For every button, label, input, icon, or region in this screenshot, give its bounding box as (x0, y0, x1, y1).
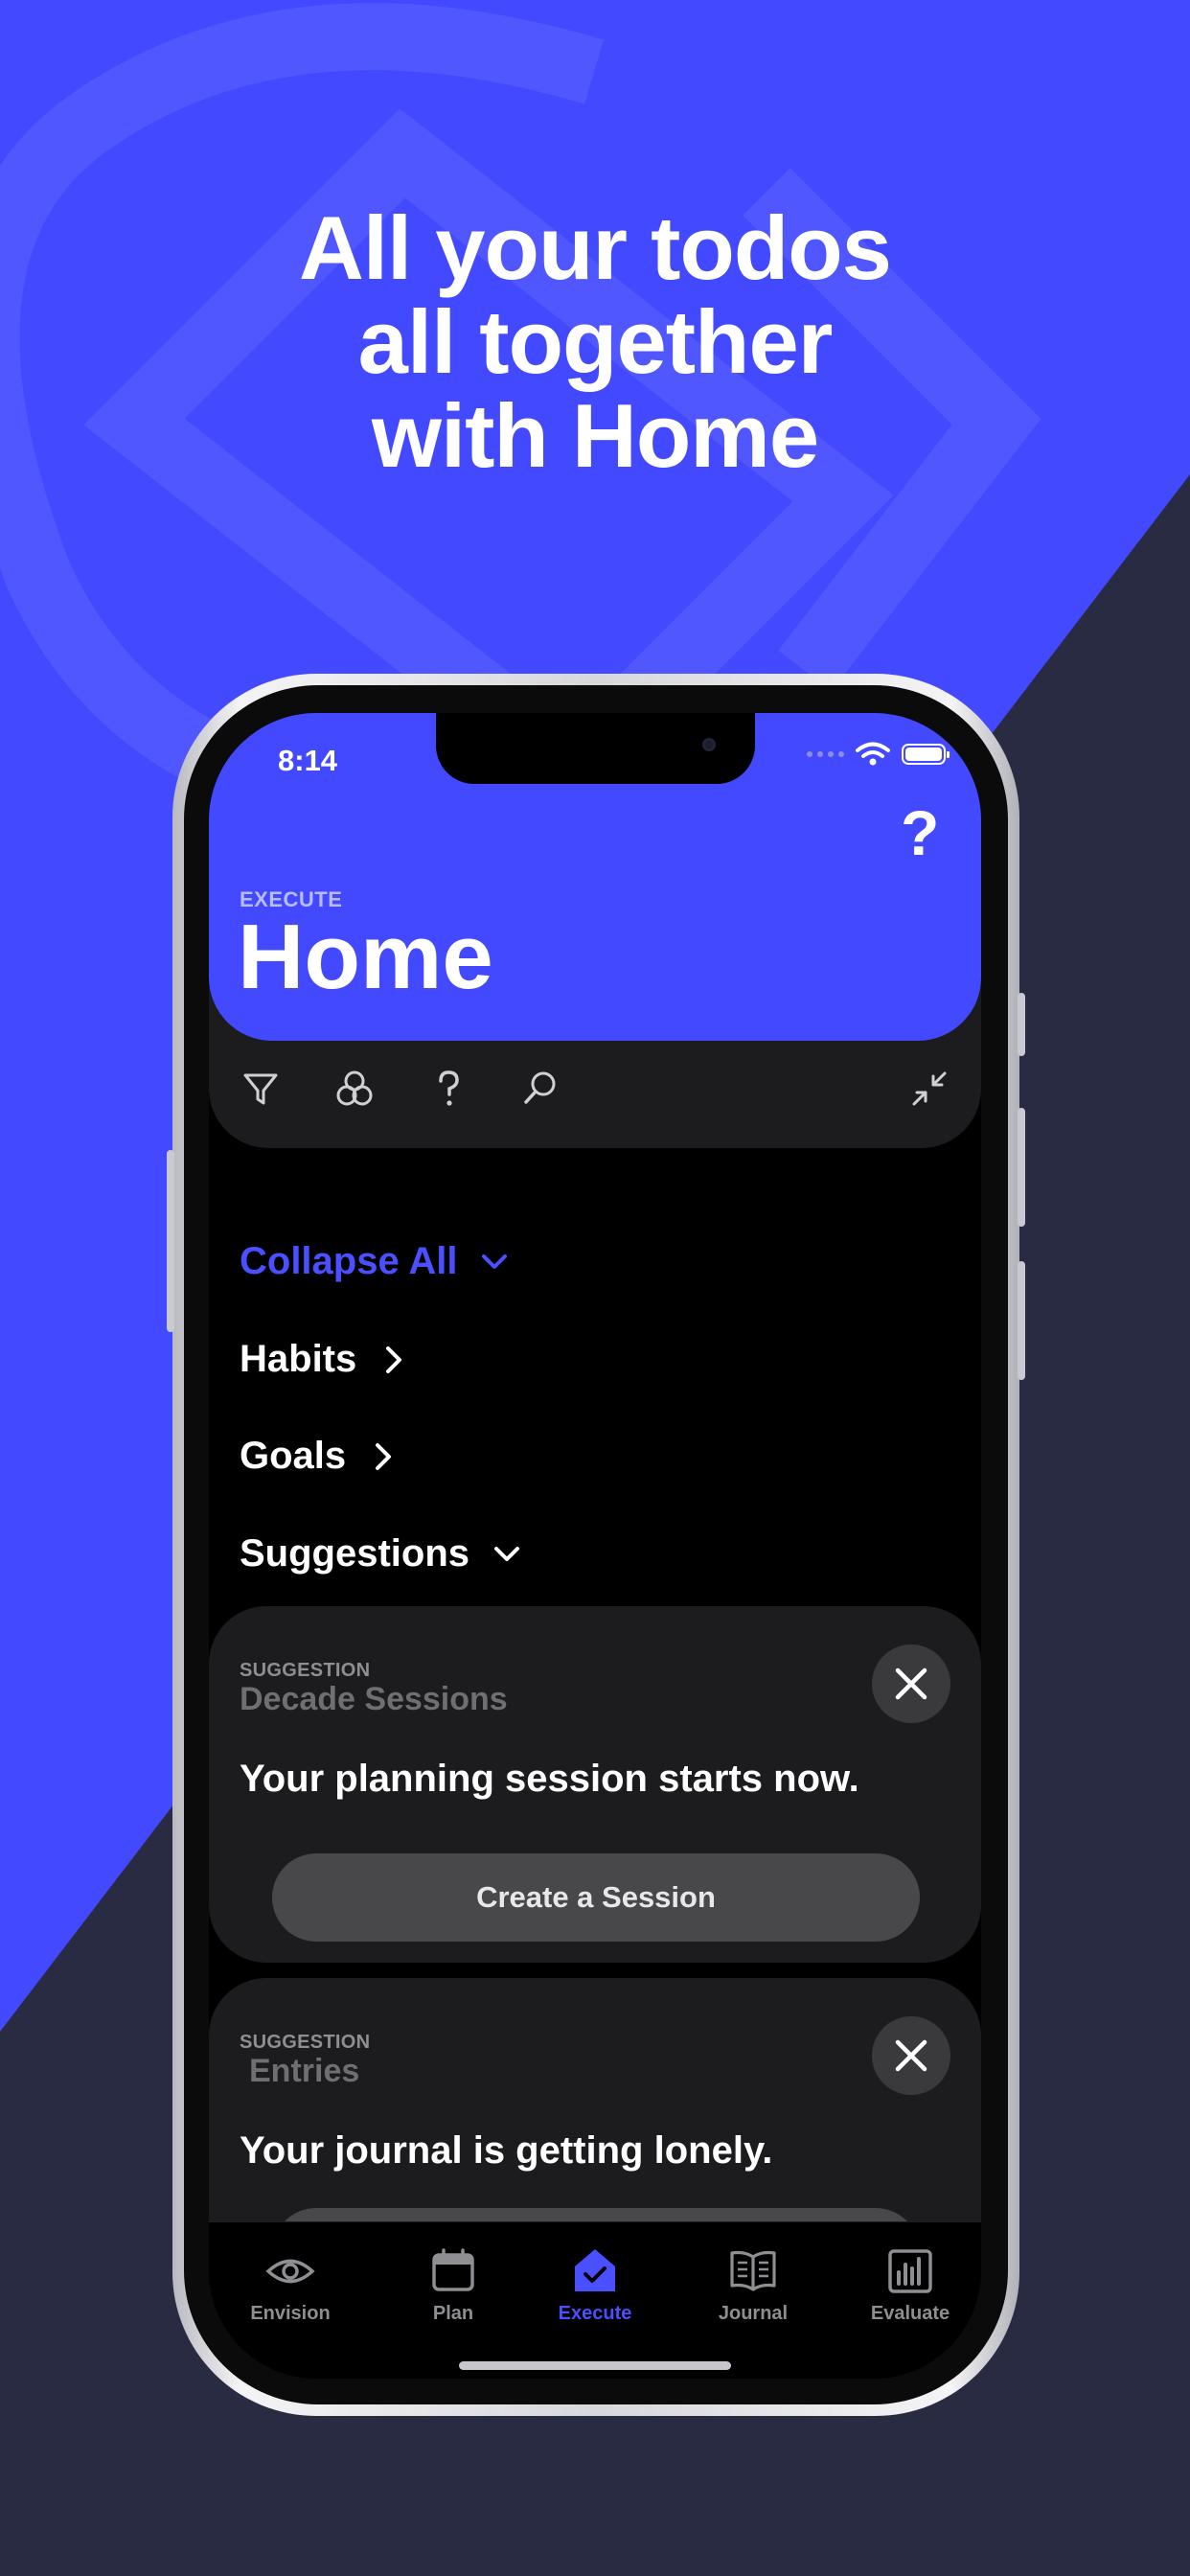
dismiss-card-button[interactable] (872, 1644, 950, 1723)
phone-side-button-left-1 (167, 1150, 174, 1332)
card-kicker: SUGGESTION (240, 1660, 371, 1681)
front-camera (702, 738, 716, 751)
card-title: Entries (249, 2053, 360, 2089)
tab-label: Plan (432, 2303, 474, 2324)
close-icon (895, 2039, 927, 2072)
tab-envision[interactable]: Envision (228, 2245, 353, 2325)
help-icon[interactable] (427, 1068, 469, 1110)
card-title: Decade Sessions (240, 1681, 508, 1717)
collapse-arrows-icon[interactable] (908, 1068, 950, 1110)
suggestions-label: Suggestions (240, 1532, 470, 1575)
card-kicker: SUGGESTION (240, 2032, 371, 2053)
close-icon (895, 1668, 927, 1700)
eye-icon (265, 2259, 315, 2284)
phone-screen: 8:14 ? EXECUTE Home Collapse All Habits … (209, 713, 981, 2379)
marketing-headline: All your todos all together with Home (0, 201, 1190, 483)
collapse-all-label: Collapse All (240, 1240, 458, 1282)
suggestion-card: SUGGESTION Decade Sessions Your planning… (209, 1606, 981, 1963)
habits-label: Habits (240, 1338, 357, 1380)
goals-label: Goals (240, 1435, 347, 1477)
collapse-all-button[interactable]: Collapse All (240, 1240, 511, 1283)
chevron-down-icon (494, 1546, 520, 1561)
goals-section-toggle[interactable]: Goals (240, 1435, 400, 1478)
dismiss-card-button[interactable] (872, 2016, 950, 2095)
calendar-icon (432, 2248, 474, 2291)
phone-side-button-right-3 (1018, 1261, 1025, 1380)
phone-side-button-right-1 (1018, 993, 1025, 1056)
circles-icon[interactable] (333, 1068, 376, 1110)
card-message: Your planning session starts now. (240, 1758, 859, 1800)
headline-line-2: all together (357, 291, 834, 392)
filter-icon[interactable] (240, 1068, 282, 1110)
create-session-button[interactable]: Create a Session (272, 1853, 920, 1942)
home-check-icon (575, 2249, 615, 2291)
suggestions-section-toggle[interactable]: Suggestions (240, 1532, 523, 1576)
tab-bar: Envision Plan Execute Journal Evaluate (209, 2221, 981, 2379)
chevron-right-icon (376, 1442, 392, 1470)
tab-label: Evaluate (870, 2303, 950, 2324)
battery-icon (902, 744, 950, 765)
tab-label: Journal (718, 2303, 789, 2324)
headline-line-1: All your todos (299, 197, 892, 298)
tab-plan[interactable]: Plan (391, 2245, 515, 2325)
wifi-icon (856, 742, 890, 766)
home-indicator[interactable] (459, 2361, 731, 2370)
tab-label: Envision (250, 2303, 331, 2324)
tab-execute[interactable]: Execute (533, 2245, 657, 2325)
help-button[interactable]: ? (901, 799, 939, 866)
habits-section-toggle[interactable]: Habits (240, 1338, 410, 1381)
phone-side-button-right-2 (1018, 1108, 1025, 1227)
signal-icon (807, 751, 844, 757)
tab-journal[interactable]: Journal (691, 2245, 815, 2325)
bar-chart-icon (888, 2249, 932, 2293)
tab-label: Execute (558, 2303, 632, 2324)
tab-evaluate[interactable]: Evaluate (848, 2245, 973, 2325)
page-title: Home (238, 906, 493, 1008)
book-icon (730, 2250, 776, 2291)
search-icon[interactable] (519, 1068, 561, 1110)
status-indicators (807, 742, 950, 767)
headline-line-3: with Home (371, 385, 819, 486)
status-time: 8:14 (278, 744, 338, 777)
chevron-down-icon (482, 1254, 508, 1269)
card-message: Your journal is getting lonely. (240, 2129, 773, 2172)
chevron-right-icon (386, 1346, 402, 1373)
